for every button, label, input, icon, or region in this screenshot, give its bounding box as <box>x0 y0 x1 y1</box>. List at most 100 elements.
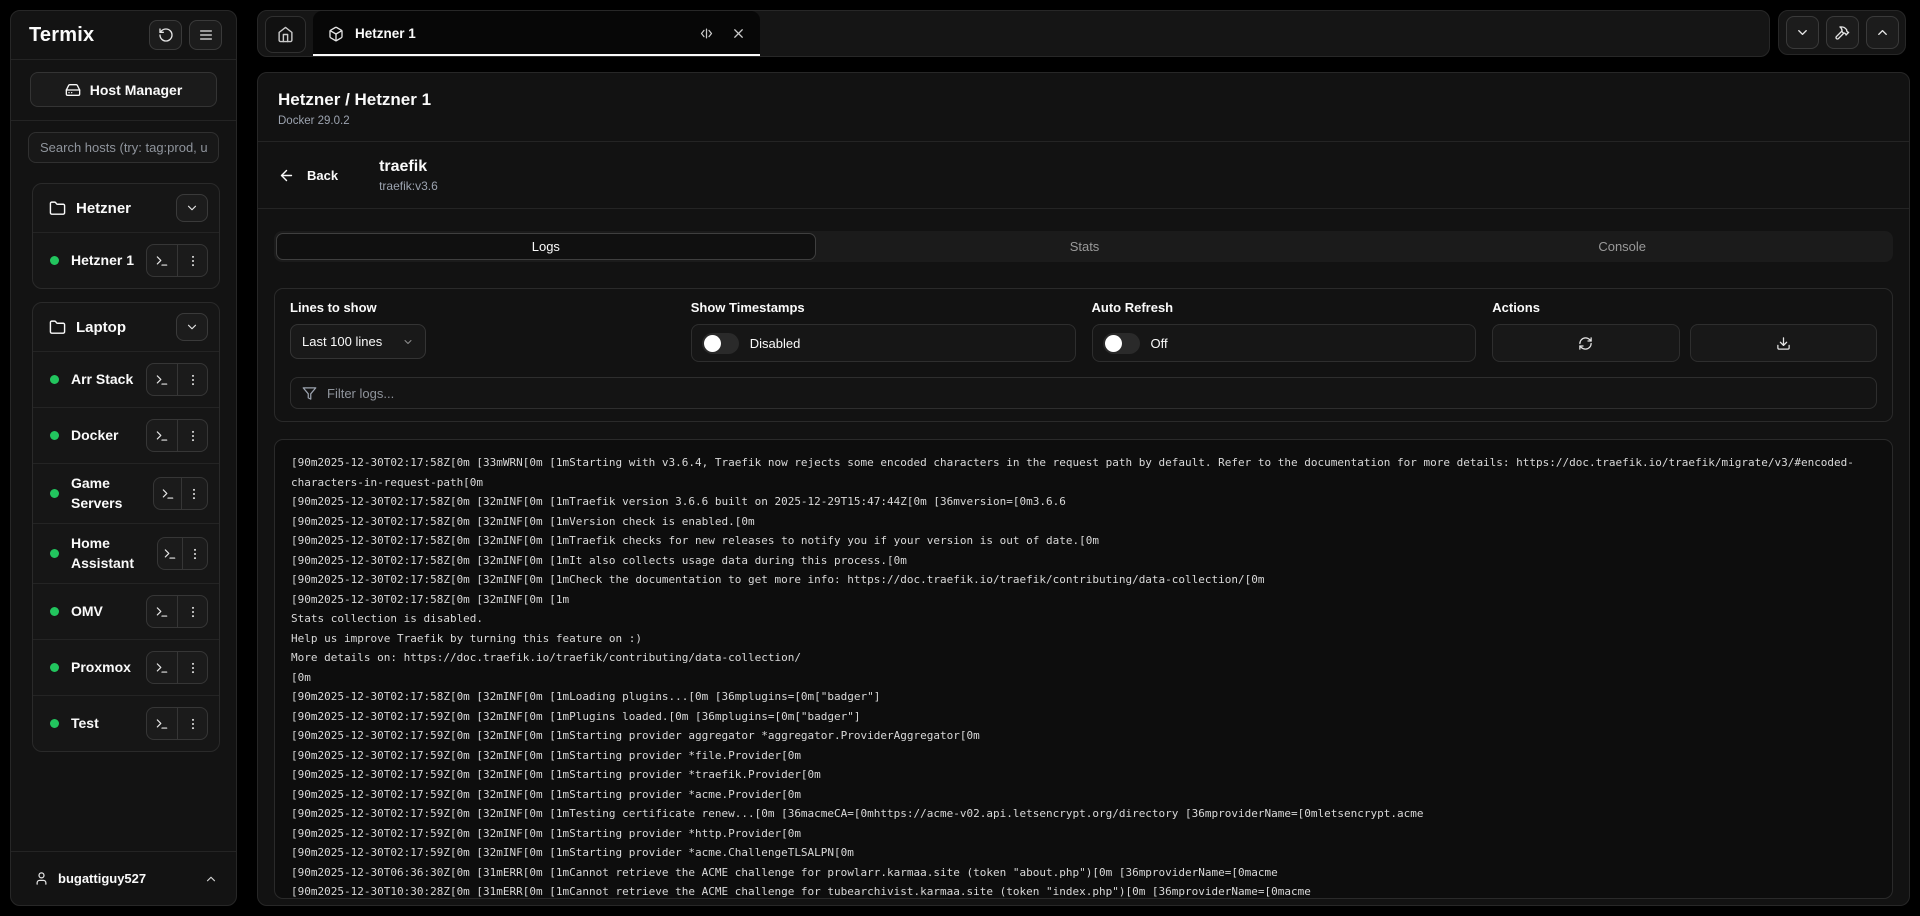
open-terminal-button[interactable] <box>147 245 177 276</box>
online-status-dot <box>50 431 59 440</box>
open-terminal-button[interactable] <box>147 364 177 395</box>
auto-refresh-switch[interactable] <box>1103 333 1140 354</box>
host-manager-button[interactable]: Host Manager <box>30 72 217 107</box>
close-tab-icon[interactable] <box>731 26 746 41</box>
chevron-up-icon <box>1875 25 1890 40</box>
host-more-menu-button[interactable] <box>177 245 207 276</box>
log-line: More details on: https://doc.traefik.io/… <box>291 648 1876 668</box>
open-terminal-button[interactable] <box>158 538 182 569</box>
host-row[interactable]: Game Servers <box>33 463 219 523</box>
back-button[interactable]: Back <box>278 167 338 184</box>
sidebar-header: Termix <box>11 11 236 60</box>
top-right-toolbar <box>1778 10 1906 55</box>
hammer-icon <box>1834 25 1850 41</box>
collapse-group-button[interactable] <box>176 313 208 341</box>
log-line: [90m2025-12-30T02:17:59Z[0m [32mINF[0m [… <box>291 707 1876 727</box>
host-manager-label: Host Manager <box>90 82 183 98</box>
host-action-buttons <box>146 419 208 452</box>
online-status-dot <box>50 663 59 672</box>
online-status-dot <box>50 549 59 558</box>
download-logs-button[interactable] <box>1690 324 1877 362</box>
log-line: [90m2025-12-30T02:17:59Z[0m [32mINF[0m [… <box>291 726 1876 746</box>
folder-icon <box>49 200 66 217</box>
log-line: [90m2025-12-30T02:17:58Z[0m [32mINF[0m [… <box>291 687 1876 707</box>
online-status-dot <box>50 719 59 728</box>
controls-grid: Lines to show Last 100 lines Show Timest… <box>290 300 1877 362</box>
timestamps-toggle-box: Disabled <box>691 324 1076 362</box>
menu-button[interactable] <box>189 20 222 50</box>
view-tab-stats[interactable]: Stats <box>816 233 1354 260</box>
auto-refresh-label: Auto Refresh <box>1092 300 1477 315</box>
host-more-menu-button[interactable] <box>177 420 207 451</box>
open-terminal-button[interactable] <box>147 420 177 451</box>
tools-button[interactable] <box>1826 16 1859 49</box>
collapse-down-button[interactable] <box>1786 16 1819 49</box>
timestamps-state: Disabled <box>750 336 801 351</box>
container-identity: traefik traefik:v3.6 <box>379 158 438 193</box>
split-view-icon[interactable] <box>699 26 714 41</box>
host-more-menu-button[interactable] <box>177 652 207 683</box>
host-manager-section: Host Manager <box>11 60 236 121</box>
host-more-menu-button[interactable] <box>177 708 207 739</box>
log-line: [90m2025-12-30T02:17:59Z[0m [32mINF[0m [… <box>291 746 1876 766</box>
refresh-logs-button[interactable] <box>1492 324 1679 362</box>
log-line: [90m2025-12-30T02:17:59Z[0m [32mINF[0m [… <box>291 785 1876 805</box>
filter-logs-input[interactable] <box>327 386 1865 401</box>
log-line: [90m2025-12-30T02:17:58Z[0m [32mINF[0m [… <box>291 531 1876 551</box>
reload-button[interactable] <box>149 20 182 50</box>
back-label: Back <box>307 168 338 183</box>
package-icon <box>328 26 344 42</box>
host-row[interactable]: Test <box>33 695 219 751</box>
hard-drive-icon <box>65 82 81 98</box>
online-status-dot <box>50 256 59 265</box>
lines-select-value: Last 100 lines <box>302 334 382 349</box>
lines-to-show-group: Lines to show Last 100 lines <box>290 300 675 362</box>
tab-hetzner-1[interactable]: Hetzner 1 <box>313 11 760 56</box>
arrow-left-icon <box>278 167 295 184</box>
host-group: Laptop Arr Stack Docker <box>32 302 220 752</box>
host-row[interactable]: Docker <box>33 407 219 463</box>
container-name: traefik <box>379 158 438 176</box>
app-title: Termix <box>29 24 94 47</box>
view-tab-logs[interactable]: Logs <box>276 233 816 260</box>
home-button[interactable] <box>265 16 306 53</box>
lines-select[interactable]: Last 100 lines <box>290 324 426 359</box>
host-row[interactable]: Hetzner 1 <box>33 232 219 288</box>
host-more-menu-button[interactable] <box>181 478 207 509</box>
tab-label: Hetzner 1 <box>355 26 416 41</box>
host-row[interactable]: Proxmox <box>33 639 219 695</box>
log-controls: Lines to show Last 100 lines Show Timest… <box>274 288 1893 422</box>
log-line: [90m2025-12-30T02:17:58Z[0m [32mINF[0m [… <box>291 570 1876 590</box>
host-group-name: Laptop <box>76 319 126 336</box>
open-terminal-button[interactable] <box>147 596 177 627</box>
view-tab-console[interactable]: Console <box>1353 233 1891 260</box>
collapse-up-button[interactable] <box>1866 16 1899 49</box>
search-input[interactable] <box>28 132 219 163</box>
host-name: Game Servers <box>71 474 153 513</box>
timestamps-switch[interactable] <box>702 333 739 354</box>
chevron-up-icon <box>204 872 218 886</box>
log-viewer[interactable]: [90m2025-12-30T02:17:58Z[0m [33mWRN[0m [… <box>274 439 1893 899</box>
log-line: Stats collection is disabled. <box>291 609 1876 629</box>
collapse-group-button[interactable] <box>176 194 208 222</box>
host-row[interactable]: Arr Stack <box>33 351 219 407</box>
tab-bar: Hetzner 1 <box>257 10 1770 57</box>
host-more-menu-button[interactable] <box>177 596 207 627</box>
host-more-menu-button[interactable] <box>177 364 207 395</box>
open-terminal-button[interactable] <box>154 478 180 509</box>
host-more-menu-button[interactable] <box>182 538 207 569</box>
open-terminal-button[interactable] <box>147 652 177 683</box>
log-line: [90m2025-12-30T02:17:59Z[0m [32mINF[0m [… <box>291 765 1876 785</box>
home-icon <box>277 26 294 43</box>
actions-group: Actions <box>1492 300 1877 362</box>
page-title: Hetzner / Hetzner 1 <box>278 90 1889 110</box>
open-terminal-button[interactable] <box>147 708 177 739</box>
host-row[interactable]: Home Assistant <box>33 523 219 583</box>
show-timestamps-group: Show Timestamps Disabled <box>691 300 1076 362</box>
user-menu[interactable]: bugattiguy527 <box>11 851 236 905</box>
log-line: [90m2025-12-30T02:17:59Z[0m [32mINF[0m [… <box>291 843 1876 863</box>
host-name: Docker <box>71 426 118 446</box>
online-status-dot <box>50 489 59 498</box>
actions-label: Actions <box>1492 300 1877 315</box>
host-row[interactable]: OMV <box>33 583 219 639</box>
